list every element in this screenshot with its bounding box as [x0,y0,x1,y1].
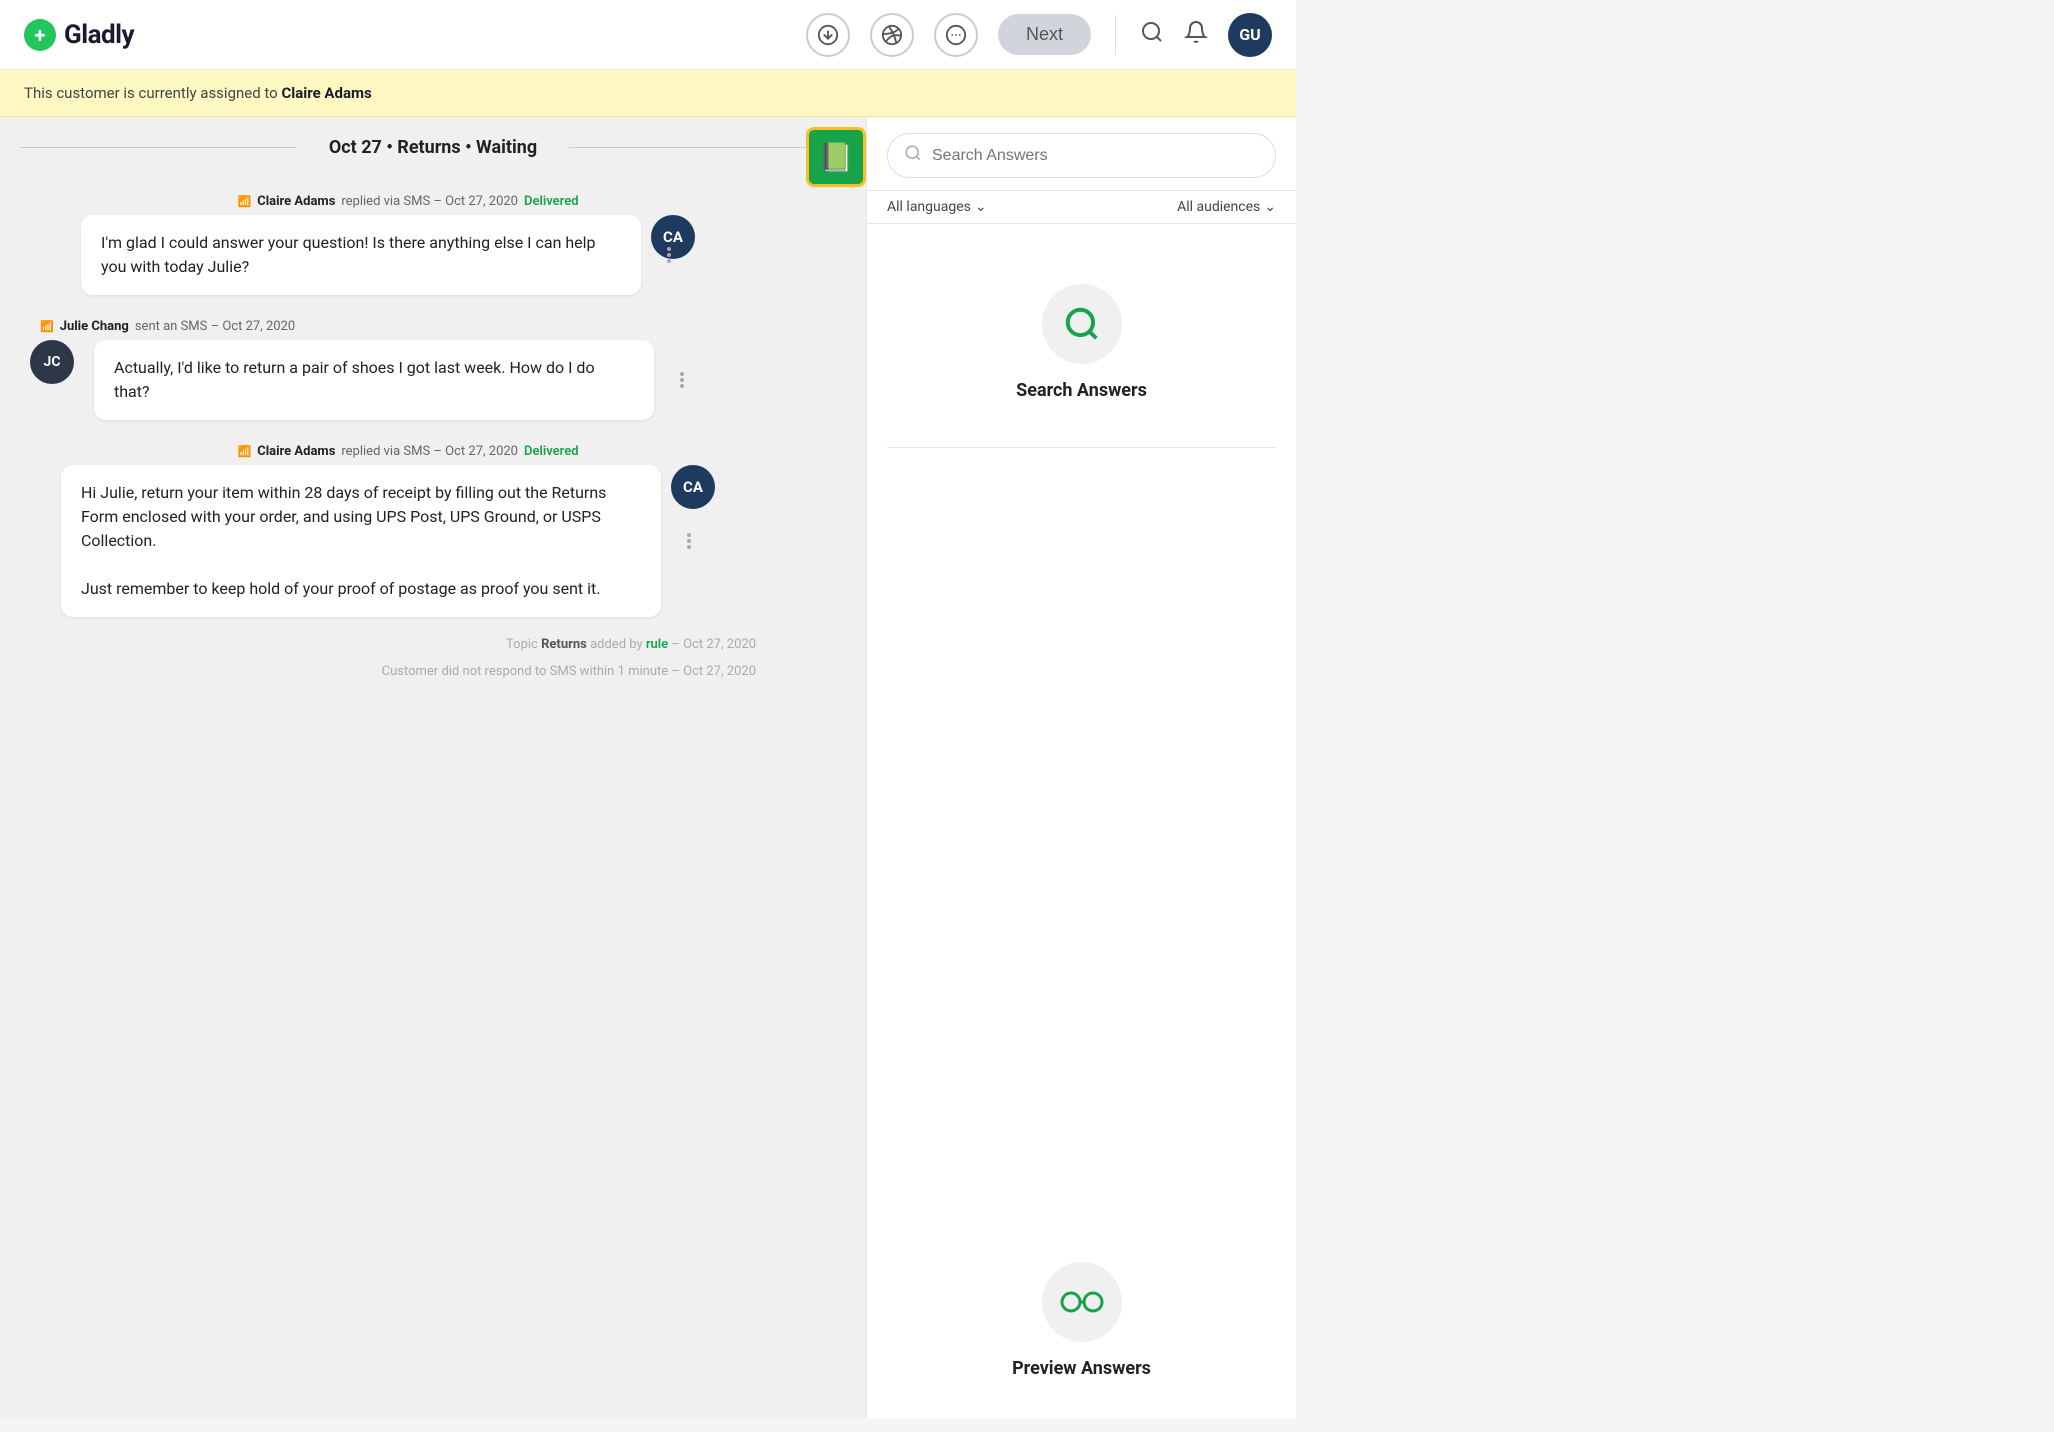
logo-text: Gladly [64,20,134,50]
search-big-icon [1042,284,1122,364]
customer-meta-1: 📶 Julie Chang sent an SMS – Oct 27, 2020 [30,319,786,334]
thread-line-left [20,147,297,148]
preview-title: Preview Answers [1012,1358,1151,1379]
search-icon[interactable] [1140,20,1164,50]
search-input-wrap [887,133,1276,178]
agent-meta-2: 📶 Claire Adams replied via SMS – Oct 27,… [30,444,786,459]
agent-avatar-2: CA [671,465,715,509]
search-icon-answers [904,144,922,167]
answers-empty-title: Search Answers [1016,380,1147,401]
system-message-2: Customer did not respond to SMS within 1… [30,664,786,679]
audience-chevron-icon: ⌄ [1264,199,1276,215]
logo-area: + Gladly [24,19,806,51]
notification-icon[interactable] [1184,20,1208,50]
preview-icon [1042,1262,1122,1342]
thread-header: Oct 27 • Returns • Waiting 📗 [0,117,866,168]
book-icon: 📗 [819,141,854,174]
message-options-1[interactable] [667,247,671,263]
header-divider [1115,15,1116,55]
agent-message-1: I'm glad I could answer your question! I… [30,215,786,295]
answers-panel: All languages ⌄ All audiences ⌄ Search A… [866,117,1296,1419]
agent-bubble-1: I'm glad I could answer your question! I… [81,215,641,295]
agent-message-2: Hi Julie, return your item within 28 day… [30,465,786,617]
app-header: + Gladly Next [0,0,1296,70]
customer-avatar-1: JC [30,340,74,384]
answers-empty-state: Search Answers [867,224,1296,1262]
user-avatar[interactable]: GU [1228,13,1272,57]
message-options-2[interactable] [680,372,684,388]
thread-title: Oct 27 • Returns • Waiting [329,137,537,158]
language-filter[interactable]: All languages ⌄ [887,199,987,215]
filters-row: All languages ⌄ All audiences ⌄ [867,191,1296,224]
system-message-1: Topic Returns added by rule – Oct 27, 20… [30,637,786,652]
header-icons: Next GU [806,13,1272,57]
agent-avatar-1: CA [651,215,695,259]
phone-button[interactable] [870,13,914,57]
sms-icon-1: 📶 [237,195,251,208]
sms-icon-2: 📶 [40,320,54,333]
search-answers-input[interactable] [932,147,1259,165]
download-button[interactable] [806,13,850,57]
language-chevron-icon: ⌄ [975,199,987,215]
language-filter-label: All languages [887,199,971,215]
agent-bubble-2: Hi Julie, return your item within 28 day… [61,465,661,617]
preview-section: Preview Answers [867,1262,1296,1419]
audience-filter[interactable]: All audiences ⌄ [1177,199,1276,215]
answers-divider [887,447,1276,448]
chat-button[interactable] [934,13,978,57]
knowledge-base-toggle[interactable]: 📗 [806,127,866,187]
assignment-banner: This customer is currently assigned to C… [0,70,1296,117]
agent-meta-1: 📶 Claire Adams replied via SMS – Oct 27,… [30,194,786,209]
sms-icon-3: 📶 [237,445,251,458]
main-layout: Oct 27 • Returns • Waiting 📗 📶 Claire Ad… [0,117,1296,1419]
logo-icon: + [24,19,56,51]
messages-container: 📶 Claire Adams replied via SMS – Oct 27,… [0,168,866,699]
next-button[interactable]: Next [998,14,1091,55]
thread-line-right [569,147,846,148]
customer-bubble-1: Actually, I'd like to return a pair of s… [94,340,654,420]
audience-filter-label: All audiences [1177,199,1260,215]
answers-search-bar [867,117,1296,191]
message-options-3[interactable] [687,533,691,549]
assigned-agent-name: Claire Adams [281,84,371,102]
chat-panel: Oct 27 • Returns • Waiting 📗 📶 Claire Ad… [0,117,866,1419]
customer-message-1: JC Actually, I'd like to return a pair o… [30,340,786,420]
